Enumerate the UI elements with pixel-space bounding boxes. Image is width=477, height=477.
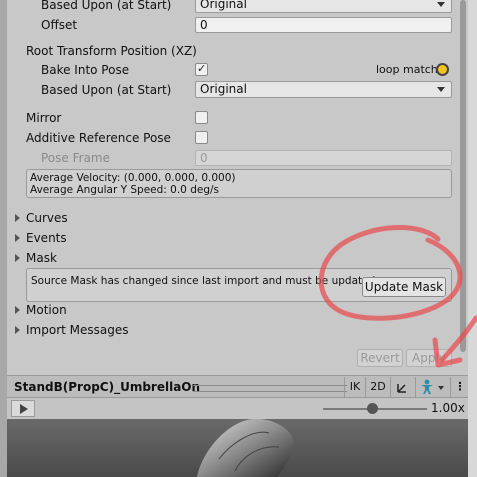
annotation-arrow (432, 315, 477, 368)
pivot-icon[interactable] (390, 377, 415, 397)
annotation-circle (318, 225, 463, 321)
preview-title: StandB(PropC)_UmbrellaOn (14, 380, 201, 394)
more-menu-icon[interactable]: ⋮ (450, 377, 469, 397)
character-preview-image (7, 419, 468, 477)
drag-grip[interactable] (193, 385, 347, 392)
speed-value: 1.00x (431, 401, 465, 415)
play-icon (20, 404, 28, 414)
speed-slider-knob[interactable] (367, 403, 378, 414)
2d-toggle[interactable]: 2D (365, 377, 390, 397)
play-button[interactable] (11, 400, 35, 417)
animation-inspector: Based Upon (at Start) Original Offset 0 … (0, 0, 477, 477)
avatar-icon[interactable] (415, 377, 450, 397)
ik-toggle[interactable]: IK (344, 377, 365, 397)
preview-playbar: 1.00x (7, 397, 468, 420)
preview-viewport[interactable] (7, 419, 468, 477)
preview-header: StandB(PropC)_UmbrellaOn IK 2D ⋮ (7, 375, 468, 398)
